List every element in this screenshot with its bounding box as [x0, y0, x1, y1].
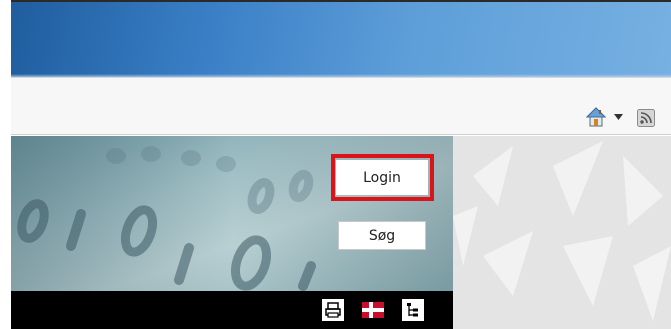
login-button[interactable]: Login — [336, 160, 428, 195]
rss-icon[interactable] — [637, 109, 655, 127]
search-button[interactable]: Søg — [338, 221, 426, 250]
print-icon[interactable] — [322, 299, 344, 321]
footer-bar — [11, 291, 453, 329]
sitemap-icon[interactable] — [402, 299, 424, 321]
chevron-down-icon[interactable] — [614, 113, 623, 121]
right-decorative-panel — [453, 136, 671, 329]
decorative-pattern — [453, 141, 671, 321]
toolbar — [11, 77, 671, 135]
header-banner — [11, 2, 671, 77]
left-margin — [0, 0, 11, 329]
danish-flag-icon[interactable] — [362, 299, 384, 321]
home-icon[interactable] — [586, 107, 606, 127]
